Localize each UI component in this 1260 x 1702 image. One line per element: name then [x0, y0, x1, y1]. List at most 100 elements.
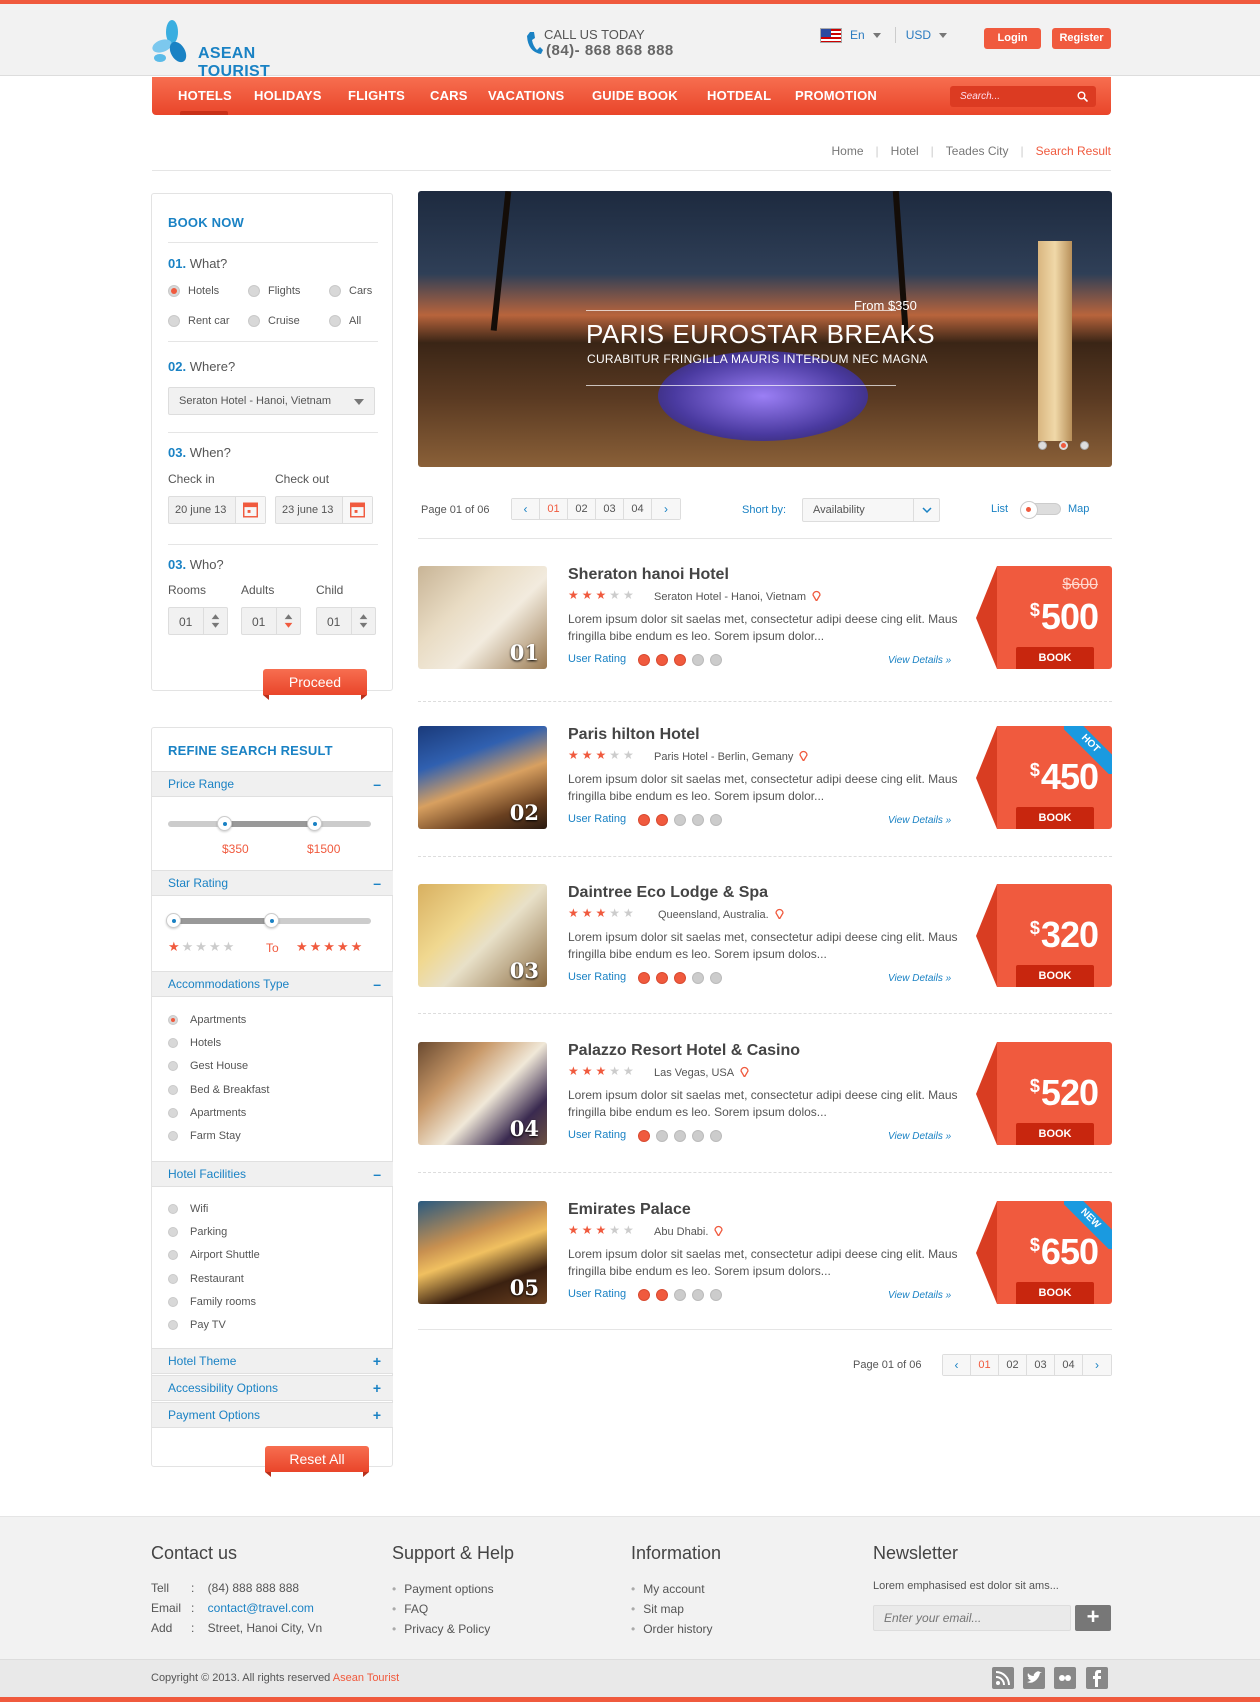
section-star-rating[interactable]: Star Rating – — [152, 870, 393, 896]
accommodation-option[interactable]: Apartments — [168, 1107, 246, 1119]
prev-page-button[interactable]: ‹ — [512, 499, 540, 519]
view-map-link[interactable]: Map — [1068, 503, 1089, 515]
radio-all[interactable]: All — [329, 315, 361, 327]
register-button[interactable]: Register — [1052, 28, 1111, 49]
page-button[interactable]: 02 — [568, 499, 596, 519]
breadcrumb-home[interactable]: Home — [832, 144, 864, 158]
book-button[interactable]: BOOK — [1016, 965, 1094, 987]
map-pin-icon[interactable] — [740, 1066, 749, 1077]
hero-slider[interactable]: From $350 PARIS EUROSTAR BREAKS CURABITU… — [418, 191, 1112, 467]
price-range-slider[interactable] — [168, 816, 371, 831]
nav-item-flights[interactable]: FLIGHTS — [348, 88, 405, 103]
checkout-field[interactable]: 23 june 13 — [275, 496, 373, 524]
next-page-button[interactable]: › — [652, 499, 680, 519]
hotel-name[interactable]: Paris hilton Hotel — [568, 726, 700, 744]
next-page-button[interactable]: › — [1083, 1355, 1111, 1375]
slider-handle-max[interactable] — [307, 816, 322, 831]
radio-cruise[interactable]: Cruise — [248, 315, 300, 327]
book-button[interactable]: BOOK — [1016, 1123, 1094, 1145]
breadcrumb-city[interactable]: Teades City — [946, 144, 1009, 158]
radio-hotels[interactable]: Hotels — [168, 285, 219, 297]
calendar-icon[interactable] — [235, 497, 265, 523]
map-pin-icon[interactable] — [812, 590, 821, 601]
hotel-name[interactable]: Emirates Palace — [568, 1201, 691, 1219]
facility-option[interactable]: Family rooms — [168, 1296, 256, 1308]
slider-handle-min[interactable] — [166, 913, 181, 928]
breadcrumb-hotel[interactable]: Hotel — [891, 144, 919, 158]
up-down-arrows-icon[interactable] — [351, 608, 375, 634]
twitter-icon[interactable] — [1023, 1667, 1045, 1689]
book-button[interactable]: BOOK — [1016, 807, 1094, 829]
login-button[interactable]: Login — [984, 28, 1041, 49]
up-down-arrows-icon[interactable] — [203, 608, 227, 634]
accommodation-option[interactable]: Gest House — [168, 1060, 248, 1072]
logo[interactable]: ASEAN TOURIST — [152, 18, 332, 80]
facility-option[interactable]: Wifi — [168, 1203, 208, 1215]
newsletter-email-input[interactable] — [873, 1605, 1071, 1631]
hotel-name[interactable]: Daintree Eco Lodge & Spa — [568, 884, 768, 902]
facility-option[interactable]: Pay TV — [168, 1319, 226, 1331]
book-button[interactable]: BOOK — [1016, 1282, 1094, 1304]
where-select[interactable]: Seraton Hotel - Hanoi, Vietnam — [168, 387, 375, 415]
facebook-icon[interactable] — [1086, 1667, 1108, 1689]
section-payment[interactable]: Payment Options + — [152, 1402, 393, 1428]
language-select[interactable]: En — [850, 28, 865, 42]
email-link[interactable]: contact@travel.com — [208, 1601, 314, 1615]
radio-flights[interactable]: Flights — [248, 285, 300, 297]
newsletter-submit-button[interactable]: + — [1075, 1605, 1111, 1631]
section-hotel-facilities[interactable]: Hotel Facilities – — [152, 1161, 393, 1187]
hotel-thumbnail[interactable]: 04 — [418, 1042, 547, 1145]
nav-item-cars[interactable]: CARS — [430, 88, 468, 103]
adults-stepper[interactable]: 01 — [241, 607, 301, 635]
accommodation-option[interactable]: Bed & Breakfast — [168, 1084, 270, 1096]
section-hotel-theme[interactable]: Hotel Theme + — [152, 1348, 393, 1374]
radio-rent-car[interactable]: Rent car — [168, 315, 230, 327]
child-stepper[interactable]: 01 — [316, 607, 376, 635]
currency-select[interactable]: USD — [906, 28, 931, 42]
collapse-icon[interactable]: – — [373, 772, 381, 796]
nav-item-holidays[interactable]: HOLIDAYS — [254, 88, 322, 103]
slider-dot[interactable] — [1080, 441, 1089, 450]
book-button[interactable]: BOOK — [1016, 647, 1094, 669]
proceed-button[interactable]: Proceed — [263, 669, 367, 700]
footer-link[interactable]: Order history — [631, 1622, 712, 1636]
view-details-link[interactable]: View Details » — [888, 815, 951, 826]
checkin-field[interactable]: 20 june 13 — [168, 496, 266, 524]
collapse-icon[interactable]: – — [373, 972, 381, 996]
footer-link[interactable]: Payment options — [392, 1582, 493, 1596]
accommodation-option[interactable]: Farm Stay — [168, 1130, 241, 1142]
flickr-icon[interactable] — [1054, 1667, 1076, 1689]
section-price-range[interactable]: Price Range – — [152, 771, 393, 797]
slider-dot-active[interactable] — [1059, 441, 1068, 450]
calendar-icon[interactable] — [342, 497, 372, 523]
sort-dropdown-button[interactable] — [913, 499, 939, 521]
nav-item-hotdeal[interactable]: HOTDEAL — [707, 88, 771, 103]
page-button[interactable]: 03 — [1027, 1355, 1055, 1375]
facility-option[interactable]: Restaurant — [168, 1273, 244, 1285]
page-button[interactable]: 02 — [999, 1355, 1027, 1375]
rooms-stepper[interactable]: 01 — [168, 607, 228, 635]
expand-icon[interactable]: + — [373, 1349, 381, 1373]
sort-select[interactable]: Availability — [802, 498, 940, 522]
rss-icon[interactable] — [992, 1667, 1014, 1689]
expand-icon[interactable]: + — [373, 1403, 381, 1427]
hotel-thumbnail[interactable]: 01 — [418, 566, 547, 669]
view-details-link[interactable]: View Details » — [888, 1131, 951, 1142]
footer-link[interactable]: My account — [631, 1582, 704, 1596]
page-button[interactable]: 04 — [1055, 1355, 1083, 1375]
map-pin-icon[interactable] — [775, 908, 784, 919]
hotel-name[interactable]: Sheraton hanoi Hotel — [568, 566, 729, 584]
footer-link[interactable]: Sit map — [631, 1602, 684, 1616]
expand-icon[interactable]: + — [373, 1376, 381, 1400]
prev-page-button[interactable]: ‹ — [943, 1355, 971, 1375]
footer-link[interactable]: FAQ — [392, 1602, 428, 1616]
slider-handle-max[interactable] — [264, 913, 279, 928]
view-details-link[interactable]: View Details » — [888, 973, 951, 984]
nav-item-hotels[interactable]: HOTELS — [178, 88, 232, 103]
nav-item-vacations[interactable]: VACATIONS — [488, 88, 564, 103]
section-accommodations[interactable]: Accommodations Type – — [152, 971, 393, 997]
hotel-name[interactable]: Palazzo Resort Hotel & Casino — [568, 1042, 800, 1060]
view-list-link[interactable]: List — [991, 503, 1008, 515]
page-button[interactable]: 01 — [971, 1355, 999, 1375]
nav-item-guide-book[interactable]: GUIDE BOOK — [592, 88, 678, 103]
